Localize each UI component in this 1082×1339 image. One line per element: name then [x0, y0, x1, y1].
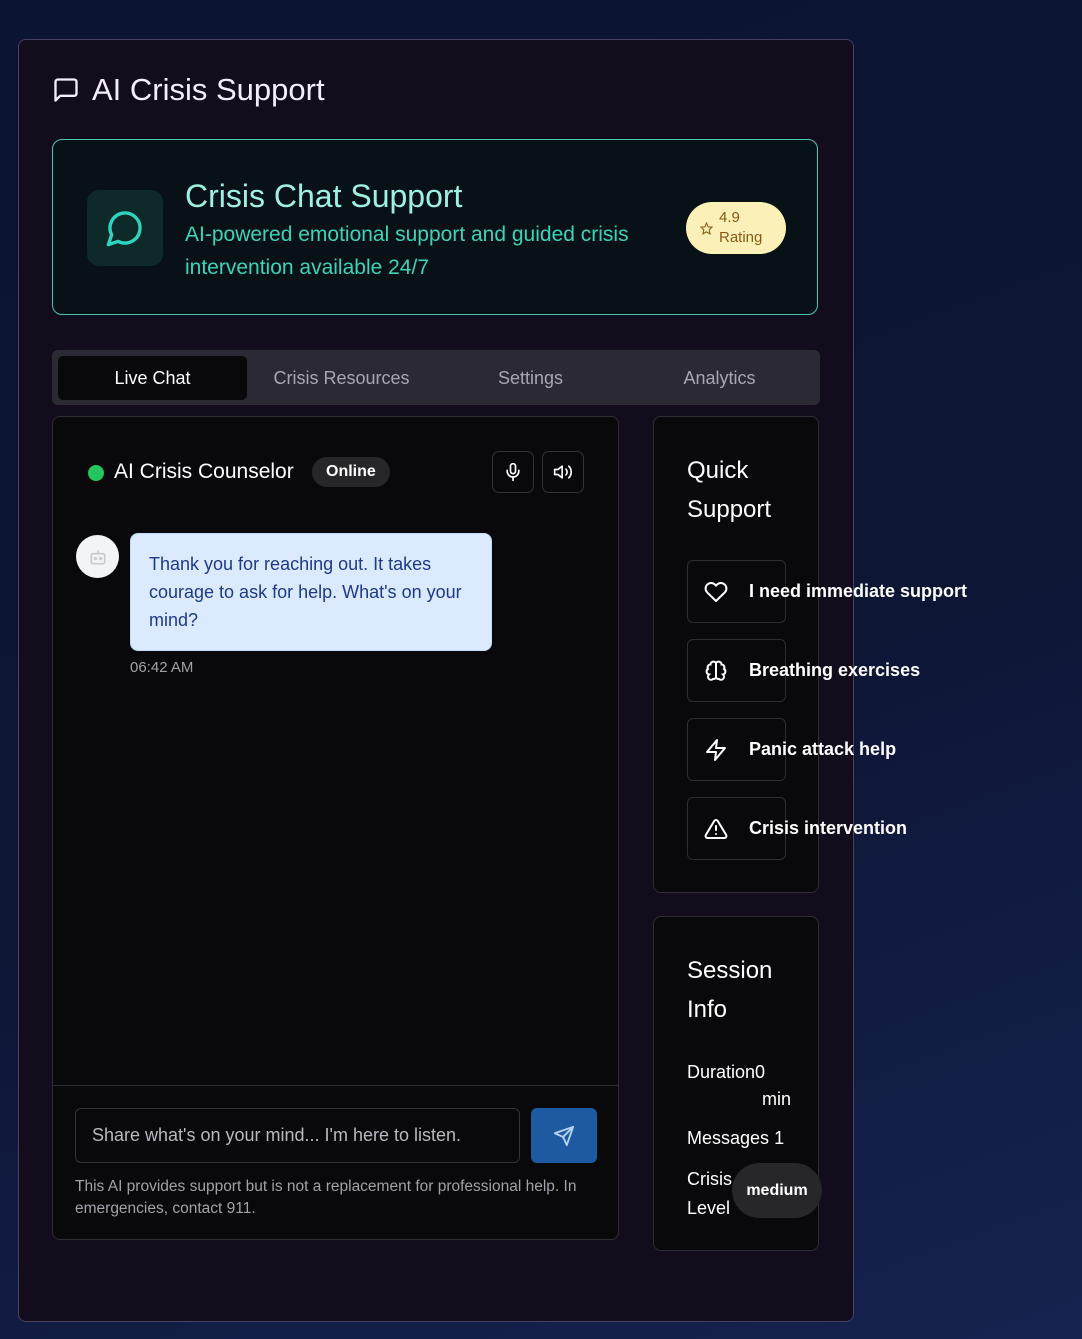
crisis-level-label: Crisis Level — [687, 1169, 732, 1218]
counselor-name: AI Crisis Counselor — [114, 460, 294, 483]
app-title-text: AI Crisis Support — [92, 72, 325, 107]
session-info-title: Session Info — [687, 957, 773, 1023]
tab-analytics[interactable]: Analytics — [625, 356, 814, 400]
tab-settings[interactable]: Settings — [436, 356, 625, 400]
page-title: AI Crisis Support — [52, 72, 325, 108]
message-timestamp: 06:42 AM — [130, 659, 194, 676]
quick-support-card: Quick Support I need immediate support B… — [653, 416, 967, 893]
messages-row: Messages 1 — [687, 1128, 784, 1149]
quick-support-label: Panic attack help — [749, 739, 897, 759]
status-badge: Online — [312, 457, 390, 487]
hero-title: Crisis Chat Support — [185, 178, 463, 214]
duration-label: Duration0 — [687, 1062, 766, 1082]
bot-avatar — [76, 535, 119, 578]
microphone-button[interactable] — [492, 451, 534, 493]
crisis-level-badge: medium — [732, 1163, 822, 1218]
message-square-icon — [54, 78, 78, 102]
chat-panel: AI Crisis Counselor Online Thank you for… — [52, 416, 619, 1240]
rating-value: 4.9 — [719, 209, 740, 226]
alert-triangle-icon — [704, 818, 728, 839]
hero-subtitle: AI-powered emotional support and guided … — [185, 223, 629, 279]
chat-divider — [53, 1085, 618, 1086]
bot-message-bubble: Thank you for reaching out. It takes cou… — [130, 533, 492, 651]
hero-card: Crisis Chat Support AI-powered emotional… — [52, 139, 818, 315]
session-info-card: Session Info Duration0 min Messages 1 Cr… — [653, 916, 822, 1251]
immediate-support-button[interactable]: I need immediate support — [687, 560, 967, 623]
tab-bar: Live Chat Crisis Resources Settings Anal… — [52, 350, 820, 405]
speaker-button[interactable] — [542, 451, 584, 493]
duration-value: 0 — [755, 1062, 766, 1082]
send-button[interactable] — [531, 1108, 597, 1163]
tab-live-chat[interactable]: Live Chat — [58, 356, 247, 400]
brain-icon — [705, 660, 727, 681]
hero-icon-box — [87, 190, 163, 266]
message-input[interactable] — [75, 1108, 520, 1163]
messages-value: 1 — [774, 1128, 785, 1148]
online-status-dot — [88, 465, 104, 481]
rating-badge: 4.9 Rating — [686, 202, 786, 254]
messages-label: Messages — [687, 1128, 770, 1148]
volume-icon — [553, 465, 573, 479]
duration-unit: min — [762, 1089, 792, 1109]
heart-icon — [704, 582, 728, 602]
quick-support-label: Breathing exercises — [749, 660, 921, 680]
send-icon — [553, 1125, 575, 1146]
quick-support-label: Crisis intervention — [749, 818, 908, 838]
message-circle-icon — [106, 211, 142, 247]
crisis-intervention-button[interactable]: Crisis intervention — [687, 797, 907, 860]
star-icon — [700, 221, 713, 235]
disclaimer-text: This AI provides support but is not a re… — [75, 1178, 577, 1217]
rating-label: Rating — [719, 229, 763, 246]
panic-attack-help-button[interactable]: Panic attack help — [687, 718, 896, 781]
zap-icon — [706, 739, 726, 761]
tab-crisis-resources[interactable]: Crisis Resources — [247, 356, 436, 400]
breathing-exercises-button[interactable]: Breathing exercises — [687, 639, 920, 702]
quick-support-title: Quick Support — [687, 457, 772, 523]
mic-icon — [506, 462, 520, 482]
quick-support-label: I need immediate support — [749, 581, 968, 601]
bot-icon — [90, 549, 105, 564]
